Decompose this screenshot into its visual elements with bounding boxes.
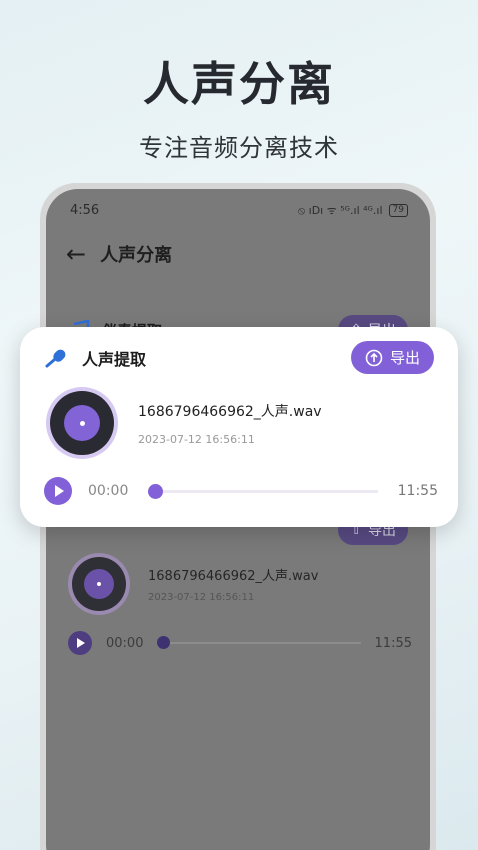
vinyl-disc-icon [68, 553, 130, 615]
arrow-left-icon[interactable]: ← [66, 242, 86, 266]
vocal-file-row: 1686796466962_人声.wav 2023-07-12 16:56:11 [68, 553, 408, 615]
page-title: 人声分离 [100, 245, 173, 266]
file-date: 2023-07-12 16:56:11 [148, 592, 255, 603]
play-button[interactable] [44, 477, 72, 505]
file-name: 1686796466962_人声.wav [148, 569, 319, 584]
file-name: 1686796466962_人声.wav [138, 403, 322, 420]
microphone-icon [45, 349, 66, 367]
slider-handle[interactable] [157, 636, 171, 649]
vocal-extract-card: 人声提取 导出 1686796466962_人声.wav 2023-07-12 … [20, 327, 458, 527]
file-info: 1686796466962_人声.wav 2023-07-12 16:56:11 [148, 565, 318, 603]
card-label: 人声提取 [82, 349, 147, 369]
card-audio-player: 00:00 11:55 [44, 477, 438, 505]
current-time: 00:00 [106, 635, 144, 651]
export-button[interactable]: 导出 [350, 341, 434, 374]
upload-icon [365, 349, 383, 366]
total-time: 11:55 [374, 635, 412, 651]
file-date: 2023-07-12 16:56:11 [138, 432, 255, 446]
card-file-row: 1686796466962_人声.wav 2023-07-12 16:56:11 [46, 387, 434, 459]
signal-icons: ⦸ ıDı ᯤ ⁵ᴳ.ıl ⁴ᴳ.ıl [297, 204, 383, 217]
play-icon [77, 638, 85, 648]
vinyl-disc-icon [46, 387, 118, 459]
total-time: 11:55 [397, 483, 438, 499]
status-time: 4:56 [70, 203, 100, 218]
play-icon [54, 485, 64, 497]
hero-subtitle: 专注音频分离技术 [139, 134, 339, 162]
hero-title: 人声分离 [143, 57, 335, 111]
card-file-info: 1686796466962_人声.wav 2023-07-12 16:56:11 [138, 401, 322, 446]
status-icons: ⦸ ıDı ᯤ ⁵ᴳ.ıl ⁴ᴳ.ıl 79 [298, 203, 408, 218]
nav-bar: ← 人声分离 [66, 241, 172, 267]
play-button[interactable] [68, 631, 92, 655]
current-time: 00:00 [88, 483, 129, 499]
slider-handle[interactable] [148, 483, 164, 499]
progress-slider[interactable] [148, 483, 378, 499]
card-label-group: 人声提取 [44, 346, 146, 370]
status-bar: 4:56 ⦸ ıDı ᯤ ⁵ᴳ.ıl ⁴ᴳ.ıl 79 [70, 203, 408, 218]
battery-icon: 79 [388, 204, 408, 217]
audio-player: 00:00 11:55 [68, 631, 412, 655]
card-header: 人声提取 导出 [44, 341, 434, 374]
progress-slider[interactable] [157, 636, 361, 649]
export-label: 导出 [389, 349, 420, 367]
